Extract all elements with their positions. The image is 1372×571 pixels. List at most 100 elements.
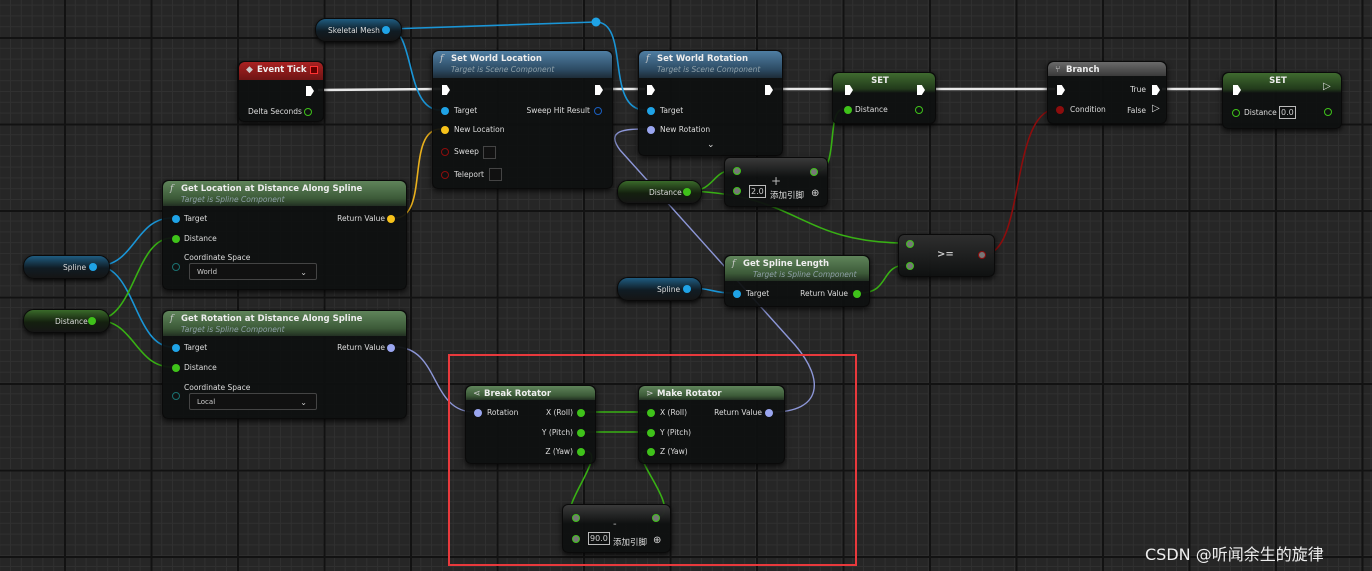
output-pin[interactable] bbox=[810, 168, 818, 176]
exec-out-pin[interactable]: ▷ bbox=[1323, 81, 1331, 92]
target-pin[interactable] bbox=[647, 107, 655, 115]
add-node[interactable]: + 2.0 添加引脚 ⊕ bbox=[724, 157, 828, 207]
expand-chevron-icon[interactable]: ⌄ bbox=[707, 140, 715, 150]
sweep-pin[interactable] bbox=[441, 148, 449, 156]
pin-label: New Location bbox=[454, 125, 505, 134]
output-pin[interactable] bbox=[978, 251, 986, 259]
branch-node[interactable]: ⑂ Branch Condition True False ▷ bbox=[1047, 61, 1167, 124]
add-pin-button[interactable]: 添加引脚 bbox=[770, 189, 804, 201]
add-pin-plus-icon[interactable]: ⊕ bbox=[811, 188, 819, 199]
node-title: Get Rotation at Distance Along Spline bbox=[181, 314, 363, 324]
y-pitch-pin[interactable] bbox=[647, 429, 655, 437]
spline-variable-right[interactable]: Spline bbox=[617, 277, 702, 301]
node-title: Break Rotator bbox=[484, 389, 552, 399]
distance-variable-left[interactable]: Distance bbox=[23, 309, 110, 333]
variable-label: Spline bbox=[657, 285, 681, 294]
object-pin[interactable] bbox=[89, 263, 97, 271]
target-pin[interactable] bbox=[441, 107, 449, 115]
set-distance-reset-node[interactable]: SET ▷ Distance 0.0 bbox=[1222, 72, 1342, 129]
distance-pin[interactable] bbox=[172, 364, 180, 372]
subtract-node[interactable]: - 90.0 添加引脚 ⊕ bbox=[562, 504, 671, 553]
exec-in-pin[interactable] bbox=[1057, 85, 1065, 95]
z-yaw-pin[interactable] bbox=[647, 448, 655, 456]
teleport-pin[interactable] bbox=[441, 171, 449, 179]
pin-label: Target bbox=[184, 214, 208, 223]
distance-value-input[interactable]: 0.0 bbox=[1279, 106, 1296, 119]
greater-equal-node[interactable]: >= bbox=[898, 234, 995, 277]
coordinate-space-pin[interactable] bbox=[172, 392, 180, 400]
input-pin-b[interactable] bbox=[733, 187, 741, 195]
distance-in-pin[interactable] bbox=[1232, 109, 1240, 117]
coordinate-space-pin[interactable] bbox=[172, 263, 180, 271]
distance-variable-right[interactable]: Distance bbox=[617, 180, 702, 204]
operator-symbol: >= bbox=[937, 249, 954, 260]
output-pin[interactable] bbox=[652, 514, 660, 522]
coordinate-space-dropdown[interactable]: Local ⌄ bbox=[189, 393, 317, 410]
object-pin[interactable] bbox=[683, 285, 691, 293]
get-spline-length-node[interactable]: f Get Spline Length Target is Spline Compo… bbox=[724, 255, 870, 307]
make-struct-icon: ⋗ bbox=[646, 389, 654, 399]
float-pin[interactable] bbox=[683, 188, 691, 196]
pin-label: Z (Yaw) bbox=[545, 447, 573, 456]
set-world-rotation-node[interactable]: f Set World Rotation Target is Scene Compo… bbox=[638, 50, 783, 156]
new-rotation-pin[interactable] bbox=[647, 126, 655, 134]
set-world-location-node[interactable]: f Set World Location Target is Scene Compo… bbox=[432, 50, 613, 189]
float-pin[interactable] bbox=[304, 108, 312, 116]
exec-out-pin[interactable] bbox=[306, 86, 314, 96]
add-pin-button[interactable]: 添加引脚 bbox=[613, 536, 647, 548]
x-roll-pin[interactable] bbox=[577, 409, 585, 417]
distance-pin[interactable] bbox=[172, 235, 180, 243]
return-value-pin[interactable] bbox=[765, 409, 773, 417]
set-distance-node[interactable]: SET Distance bbox=[832, 72, 936, 124]
false-exec-pin[interactable]: ▷ bbox=[1152, 103, 1160, 114]
float-pin[interactable] bbox=[88, 317, 96, 325]
node-subtitle: Target is Scene Component bbox=[451, 65, 555, 74]
object-pin[interactable] bbox=[382, 26, 390, 34]
exec-out-pin[interactable] bbox=[765, 85, 773, 95]
distance-out-pin[interactable] bbox=[915, 106, 923, 114]
chevron-down-icon: ⌄ bbox=[300, 268, 307, 277]
sweep-checkbox[interactable] bbox=[483, 146, 496, 159]
input-pin-a[interactable] bbox=[906, 240, 914, 248]
teleport-checkbox[interactable] bbox=[489, 168, 502, 181]
sweep-hit-result-pin[interactable] bbox=[594, 107, 602, 115]
get-rotation-at-distance-node[interactable]: f Get Rotation at Distance Along Spline Ta… bbox=[162, 310, 407, 419]
break-rotator-node[interactable]: ⋖ Break Rotator Rotation X (Roll) Y (Pitc… bbox=[465, 385, 596, 464]
function-icon: f bbox=[732, 259, 736, 269]
target-pin[interactable] bbox=[172, 215, 180, 223]
input-pin-b[interactable] bbox=[572, 535, 580, 543]
y-pitch-pin[interactable] bbox=[577, 429, 585, 437]
get-location-at-distance-node[interactable]: f Get Location at Distance Along Spline Ta… bbox=[162, 180, 407, 290]
event-tick-node[interactable]: ◆ Event Tick Delta Seconds bbox=[238, 61, 324, 122]
add-pin-plus-icon[interactable]: ⊕ bbox=[653, 535, 661, 546]
rotation-pin[interactable] bbox=[474, 409, 482, 417]
return-value-pin[interactable] bbox=[853, 290, 861, 298]
z-yaw-pin[interactable] bbox=[577, 448, 585, 456]
distance-out-pin[interactable] bbox=[1324, 108, 1332, 116]
condition-pin[interactable] bbox=[1056, 106, 1064, 114]
make-rotator-node[interactable]: ⋗ Make Rotator X (Roll) Y (Pitch) Z (Yaw)… bbox=[638, 385, 785, 464]
exec-in-pin[interactable] bbox=[647, 85, 655, 95]
pin-label: Distance bbox=[184, 363, 217, 372]
input-pin-a[interactable] bbox=[733, 167, 741, 175]
pin-label: Y (Pitch) bbox=[541, 428, 573, 437]
new-location-pin[interactable] bbox=[441, 126, 449, 134]
input-pin-a[interactable] bbox=[572, 514, 580, 522]
target-pin[interactable] bbox=[733, 290, 741, 298]
target-pin[interactable] bbox=[172, 344, 180, 352]
return-value-pin[interactable] bbox=[387, 215, 395, 223]
exec-out-pin[interactable] bbox=[595, 85, 603, 95]
input-pin-b[interactable] bbox=[906, 262, 914, 270]
true-exec-pin[interactable] bbox=[1152, 85, 1160, 95]
distance-in-pin[interactable] bbox=[844, 106, 852, 114]
skeletal-mesh-variable[interactable]: Skeletal Mesh bbox=[315, 18, 402, 42]
coordinate-space-dropdown[interactable]: World ⌄ bbox=[189, 263, 317, 280]
node-title: Branch bbox=[1066, 65, 1100, 75]
x-roll-pin[interactable] bbox=[647, 409, 655, 417]
value-input[interactable]: 2.0 bbox=[749, 185, 766, 198]
return-value-pin[interactable] bbox=[387, 344, 395, 352]
exec-in-pin[interactable] bbox=[442, 85, 450, 95]
spline-variable-left[interactable]: Spline bbox=[23, 255, 110, 279]
delegate-pin-icon[interactable] bbox=[310, 66, 318, 74]
value-input[interactable]: 90.0 bbox=[588, 532, 610, 545]
